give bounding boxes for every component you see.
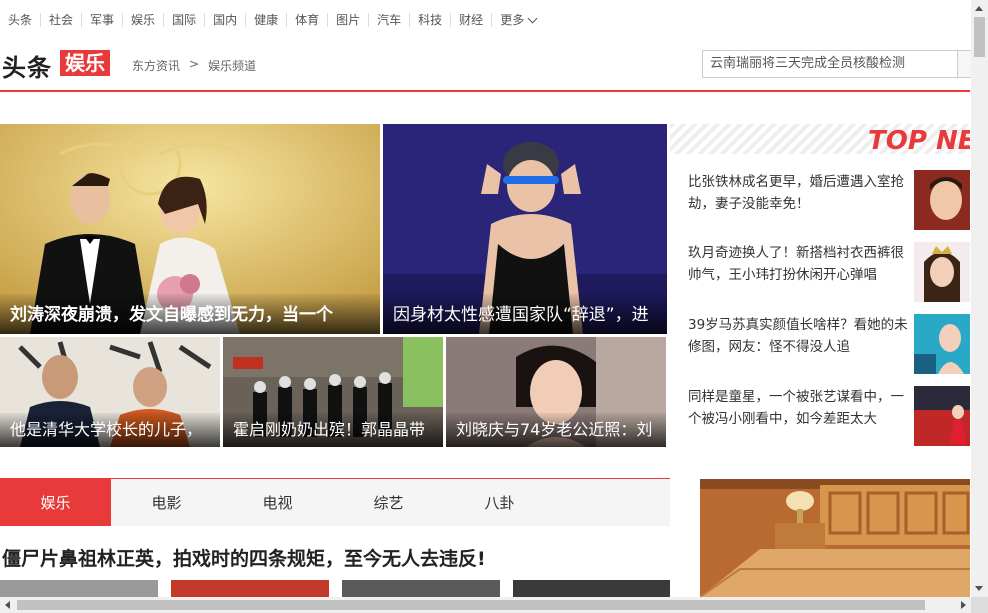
arrow-up-icon — [975, 6, 983, 11]
ad-banner[interactable] — [700, 479, 970, 597]
nav-item[interactable]: 健康 — [246, 13, 288, 27]
article-thumb-2[interactable] — [171, 580, 329, 597]
photo-tile-1[interactable]: 刘涛深夜崩溃，发文自曝感到无力，当一个 — [0, 124, 380, 334]
logo-channel[interactable]: 娱乐 — [60, 50, 110, 76]
photo-tile-caption: 因身材太性感遭国家队“辞退”，进 — [383, 294, 667, 334]
article-thumb-4[interactable] — [513, 580, 670, 597]
portrait-thumb — [914, 170, 970, 230]
nav-item[interactable]: 社会 — [41, 13, 83, 27]
tab-tv[interactable]: 电视 — [222, 479, 333, 526]
horizontal-scroll-thumb[interactable] — [17, 600, 925, 610]
portrait-thumb — [914, 314, 970, 374]
breadcrumb-current[interactable]: 娱乐频道 — [208, 57, 256, 74]
tab-movie[interactable]: 电影 — [111, 479, 222, 526]
scroll-up-button[interactable] — [971, 0, 988, 17]
topnews-item-2[interactable]: 玖月奇迹换人了！新搭档衬衣西裤很帅气，王小玮打扮休闲开心弹唱 — [688, 242, 908, 286]
nav-item[interactable]: 科技 — [410, 13, 452, 27]
header: 头条 娱乐 东方资讯 > 娱乐频道 云南瑞丽将三天完成全员核酸检测 — [0, 44, 972, 92]
tab-gossip[interactable]: 八卦 — [444, 479, 555, 526]
nav-item[interactable]: 国际 — [164, 13, 206, 27]
nav-item[interactable]: 娱乐 — [123, 13, 165, 27]
nav-more-label: 更多 — [500, 13, 525, 27]
scroll-down-button[interactable] — [971, 580, 988, 597]
top-nav: 头条 社会 军事 娱乐 国际 国内 健康 体育 图片 汽车 科技 财经 更多 — [0, 0, 970, 40]
photo-tile-caption: 霍启刚奶奶出殡！郭晶晶带 — [223, 413, 443, 447]
photo-tile-3[interactable]: 他是清华大学校长的儿子， — [0, 337, 220, 447]
photo-tile-caption: 他是清华大学校长的儿子， — [0, 413, 220, 447]
scrollbar-corner — [971, 597, 988, 613]
photo-tile-2[interactable]: 因身材太性感遭国家队“辞退”，进 — [383, 124, 667, 334]
portrait-thumb — [914, 386, 970, 446]
topnews-title: TOP NEWS — [868, 126, 970, 154]
portrait-thumb — [914, 242, 970, 302]
channel-tabs: 娱乐 电影 电视 综艺 八卦 — [0, 478, 670, 526]
topnews-item-3[interactable]: 39岁马苏真实颜值长啥样？看她的未修图，网友：怪不得没人追 — [688, 314, 908, 358]
topnews-thumb-3[interactable] — [914, 314, 970, 374]
header-divider — [0, 90, 970, 92]
arrow-left-icon[interactable] — [5, 601, 10, 609]
nav-item[interactable]: 汽车 — [369, 13, 411, 27]
nav-item[interactable]: 头条 — [0, 13, 42, 27]
nav-item[interactable]: 财经 — [451, 13, 493, 27]
topnews-header: TOP NEWS — [670, 124, 970, 154]
arrow-down-icon — [975, 586, 983, 591]
search-input[interactable]: 云南瑞丽将三天完成全员核酸检测 — [702, 50, 972, 78]
breadcrumb-home[interactable]: 东方资讯 — [132, 57, 180, 74]
nav-item[interactable]: 图片 — [328, 13, 370, 27]
tab-entertainment[interactable]: 娱乐 — [0, 479, 111, 526]
horizontal-scrollbar[interactable] — [0, 597, 971, 613]
nav-item[interactable]: 体育 — [287, 13, 329, 27]
photo-tile-5[interactable]: 刘晓庆与74岁老公近照：刘 — [446, 337, 666, 447]
photo-tile-4[interactable]: 霍启刚奶奶出殡！郭晶晶带 — [223, 337, 443, 447]
topnews-thumb-1[interactable] — [914, 170, 970, 230]
logo-main[interactable]: 头条 — [2, 48, 52, 83]
nav-item[interactable]: 军事 — [82, 13, 124, 27]
nav-more[interactable]: 更多 — [492, 13, 544, 27]
breadcrumb-separator: > — [189, 57, 200, 71]
arrow-right-icon[interactable] — [961, 601, 966, 609]
topnews-thumb-4[interactable] — [914, 386, 970, 446]
tab-variety[interactable]: 综艺 — [333, 479, 444, 526]
search-button[interactable] — [957, 51, 971, 77]
article-title[interactable]: 僵尸片鼻祖林正英，拍戏时的四条规矩，至今无人去违反! — [2, 544, 486, 571]
nav-item[interactable]: 国内 — [205, 13, 247, 27]
topnews-item-4[interactable]: 同样是童星，一个被张艺谋看中，一个被冯小刚看中，如今差距太大 — [688, 386, 908, 430]
chevron-down-icon — [527, 13, 538, 23]
article-thumb-1[interactable] — [0, 580, 158, 597]
photo-tile-caption: 刘涛深夜崩溃，发文自曝感到无力，当一个 — [0, 294, 380, 334]
search-value: 云南瑞丽将三天完成全员核酸检测 — [710, 56, 906, 71]
breadcrumb: 东方资讯 > 娱乐频道 — [132, 57, 256, 74]
article-thumb-3[interactable] — [342, 580, 500, 597]
topnews-thumb-2[interactable] — [914, 242, 970, 302]
topnews-item-1[interactable]: 比张铁林成名更早，婚后遭遇入室抢劫，妻子没能幸免！ — [688, 171, 908, 215]
photo-tile-caption: 刘晓庆与74岁老公近照：刘 — [446, 413, 666, 447]
vertical-scrollbar[interactable] — [971, 0, 988, 597]
vertical-scroll-thumb[interactable] — [974, 17, 985, 57]
furniture-photo — [700, 479, 970, 597]
